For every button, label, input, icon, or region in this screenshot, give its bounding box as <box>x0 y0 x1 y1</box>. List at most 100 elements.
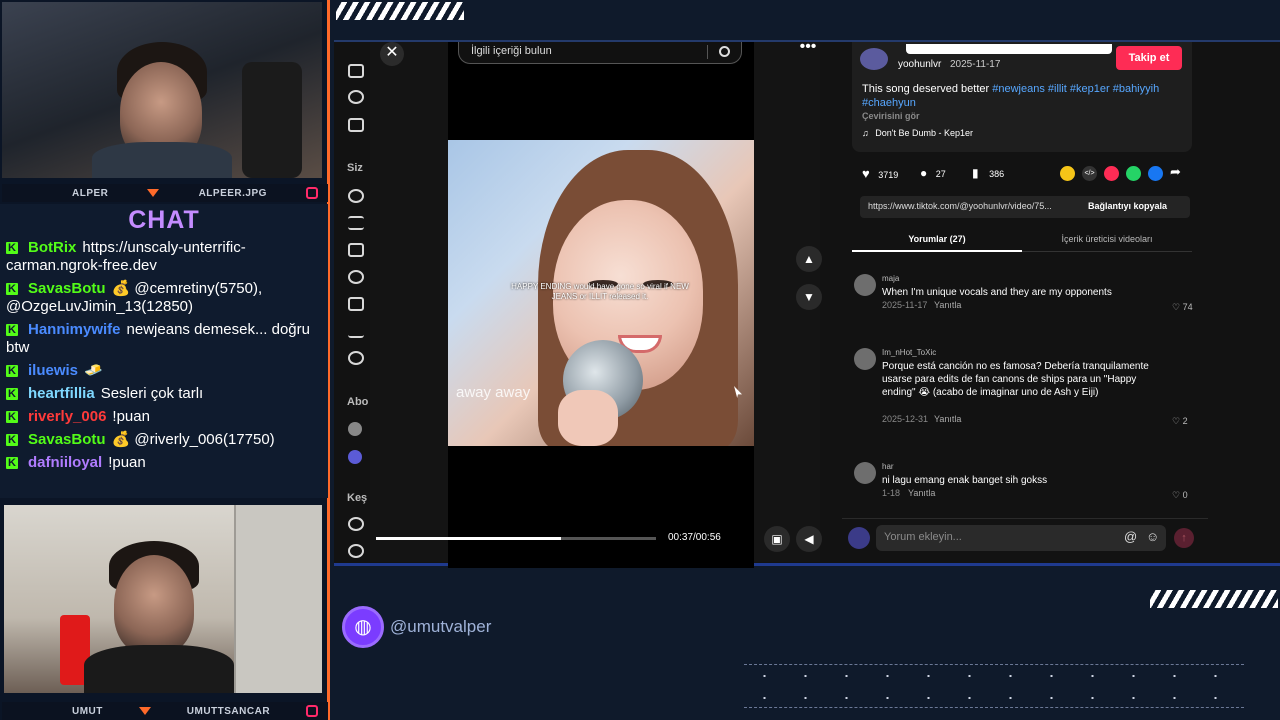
follow-button[interactable]: Takip et <box>1116 46 1182 70</box>
avatar[interactable] <box>348 422 362 436</box>
mention-icon[interactable]: @ <box>1124 529 1137 544</box>
explore-icon[interactable] <box>348 90 364 104</box>
volume-icon[interactable]: ◀ <box>796 526 822 552</box>
search-icon[interactable] <box>719 46 730 57</box>
chat-username[interactable]: dafniiloyal <box>28 454 102 471</box>
video-lyric-text: away away <box>456 384 531 401</box>
music-line[interactable]: ♫ Don't Be Dumb - Kep1er <box>862 128 973 138</box>
play-icon[interactable] <box>348 243 364 257</box>
more-options-icon[interactable]: ••• <box>796 39 820 58</box>
chat-username[interactable]: SavasBotu <box>28 431 106 448</box>
chat-message: Kriverly_006 !puan <box>0 408 328 426</box>
home-icon[interactable] <box>348 64 364 78</box>
comment-like-button[interactable]: ♡ 0 <box>1172 490 1188 501</box>
previous-video-button[interactable]: ▲ <box>796 246 822 272</box>
reply-button[interactable]: Yanıtla <box>934 300 961 310</box>
save-action[interactable]: ▮ 386 <box>972 166 1004 180</box>
comment-icon: ● <box>920 166 928 180</box>
whatsapp-icon[interactable] <box>1126 166 1141 181</box>
webcam-top <box>2 2 322 178</box>
search-bar[interactable]: İlgili içeriği bulun <box>458 42 742 64</box>
chat-message-list: K BotRix https://unscaly-unterrific-carman… <box>0 239 328 472</box>
comment-like-count: 0 <box>1182 490 1188 500</box>
follow-button-label: Takip et <box>1128 52 1170 64</box>
chat-username[interactable]: heartfillia <box>28 385 95 402</box>
chat-username[interactable]: BotRix <box>28 239 76 256</box>
broadcast-icon[interactable] <box>348 544 364 558</box>
author-avatar[interactable] <box>860 48 888 70</box>
video-area: ✕ ••• İlgili içeriği bulun HAPPY ENDING <box>370 39 822 568</box>
history-icon[interactable] <box>348 189 364 203</box>
emoji-icon[interactable]: ☺ <box>1146 529 1159 544</box>
post-url[interactable]: https://www.tiktok.com/@yoohunlvr/video/… <box>868 201 1052 211</box>
search-input[interactable]: İlgili içeriği bulun <box>471 45 552 57</box>
reply-button[interactable]: Yanıtla <box>908 488 935 498</box>
progress-bar[interactable] <box>376 537 656 540</box>
streamer-bottom-handle: UMUTTSANCAR <box>186 705 271 717</box>
tab-creator-videos[interactable]: İçerik üreticisi videoları <box>1022 226 1192 252</box>
copy-link-button[interactable]: Bağlantıyı kopyala <box>1088 201 1167 211</box>
link-row: https://www.tiktok.com/@yoohunlvr/video/… <box>860 196 1190 218</box>
comment-input-placeholder: Yorum ekleyin... <box>884 531 962 543</box>
tab-comments-label: Yorumlar (27) <box>908 234 966 244</box>
commenter-avatar[interactable] <box>854 462 876 484</box>
avatar[interactable] <box>348 450 362 464</box>
webcam-top-nameplate: ALPER ALPEER.JPG <box>2 184 328 202</box>
comment-username[interactable]: maja <box>882 274 899 283</box>
comment-text: When I'm unique vocals and they are my o… <box>882 287 1112 298</box>
comment-like-button[interactable]: ♡ 74 <box>1172 302 1193 313</box>
live-icon[interactable] <box>348 118 364 132</box>
translate-link[interactable]: Çevirisini gör <box>862 111 920 121</box>
tab-comments[interactable]: Yorumlar (27) <box>852 226 1022 252</box>
chat-message: K Hannimywife newjeans demesek... doğru bt… <box>0 321 328 357</box>
embed-icon[interactable]: </> <box>1082 166 1097 181</box>
like-action[interactable]: ♥ 3719 <box>862 166 898 181</box>
chat-text: !puan <box>108 454 146 471</box>
close-icon[interactable]: ✕ <box>380 42 404 66</box>
tab-creator-videos-label: İçerik üreticisi videoları <box>1061 234 1153 244</box>
author-highlight-bar <box>906 44 1112 54</box>
scissors-icon[interactable] <box>348 351 364 365</box>
sidebar-label-you: Siz <box>347 162 363 174</box>
chat-text: 🧈 <box>84 362 103 379</box>
share-arrow-icon[interactable]: ➦ <box>1170 164 1181 180</box>
music-icon[interactable] <box>348 517 364 531</box>
comment-username[interactable]: Im_nHot_ToXic <box>882 348 936 357</box>
comment-username[interactable]: har <box>882 462 894 471</box>
download-icon[interactable] <box>348 324 364 338</box>
list-icon[interactable] <box>348 216 364 230</box>
clock-icon[interactable] <box>348 270 364 284</box>
picture-in-picture-icon[interactable]: ▣ <box>764 526 790 552</box>
video-player[interactable]: İlgili içeriği bulun HAPPY ENDING would … <box>448 42 754 568</box>
chat-text: !puan <box>112 408 150 425</box>
streamer-top-name: ALPER <box>72 187 109 199</box>
comment-like-button[interactable]: ♡ 2 <box>1172 416 1188 427</box>
reply-button[interactable]: Yanıtla <box>934 414 961 424</box>
bookmark-icon: ▮ <box>972 166 979 180</box>
video-time: 00:37/00:56 <box>668 532 721 543</box>
webcam-bottom-nameplate: UMUT UMUTTSANCAR <box>2 702 328 720</box>
send-icon[interactable] <box>1104 166 1119 181</box>
post-author[interactable]: yoohunlvr <box>898 59 941 70</box>
dotted-grid-decoration <box>744 664 1244 708</box>
facebook-icon[interactable] <box>1148 166 1163 181</box>
video-frame: HAPPY ENDING would have gone so viral if… <box>448 140 754 446</box>
kick-icon: K <box>6 411 18 423</box>
post-comment-icon[interactable]: ↑ <box>1174 528 1194 548</box>
comment-input[interactable]: Yorum ekleyin... @ ☺ <box>876 525 1166 551</box>
share-repost-icon[interactable] <box>1060 166 1075 181</box>
commenter-avatar[interactable] <box>854 274 876 296</box>
chat-username[interactable]: riverly_006 <box>28 408 106 425</box>
chat-panel: CHAT K BotRix https://unscaly-unterrific-c… <box>0 204 328 498</box>
comment-date: 1-18 <box>882 488 901 498</box>
chat-message: Kdafniiloyal !puan <box>0 454 328 472</box>
chat-username[interactable]: Hannimywife <box>28 321 121 338</box>
commenter-avatar[interactable] <box>854 348 876 370</box>
bottom-stripes <box>1150 590 1278 608</box>
next-video-button[interactable]: ▼ <box>796 284 822 310</box>
chat-username[interactable]: SavasBotu <box>28 280 106 297</box>
comment-action[interactable]: ● 27 <box>920 166 946 180</box>
like-icon[interactable] <box>348 297 364 311</box>
chat-username[interactable]: iluewis <box>28 362 78 379</box>
video-caption-overlay: HAPPY ENDING would have gone so viral if… <box>511 282 689 301</box>
